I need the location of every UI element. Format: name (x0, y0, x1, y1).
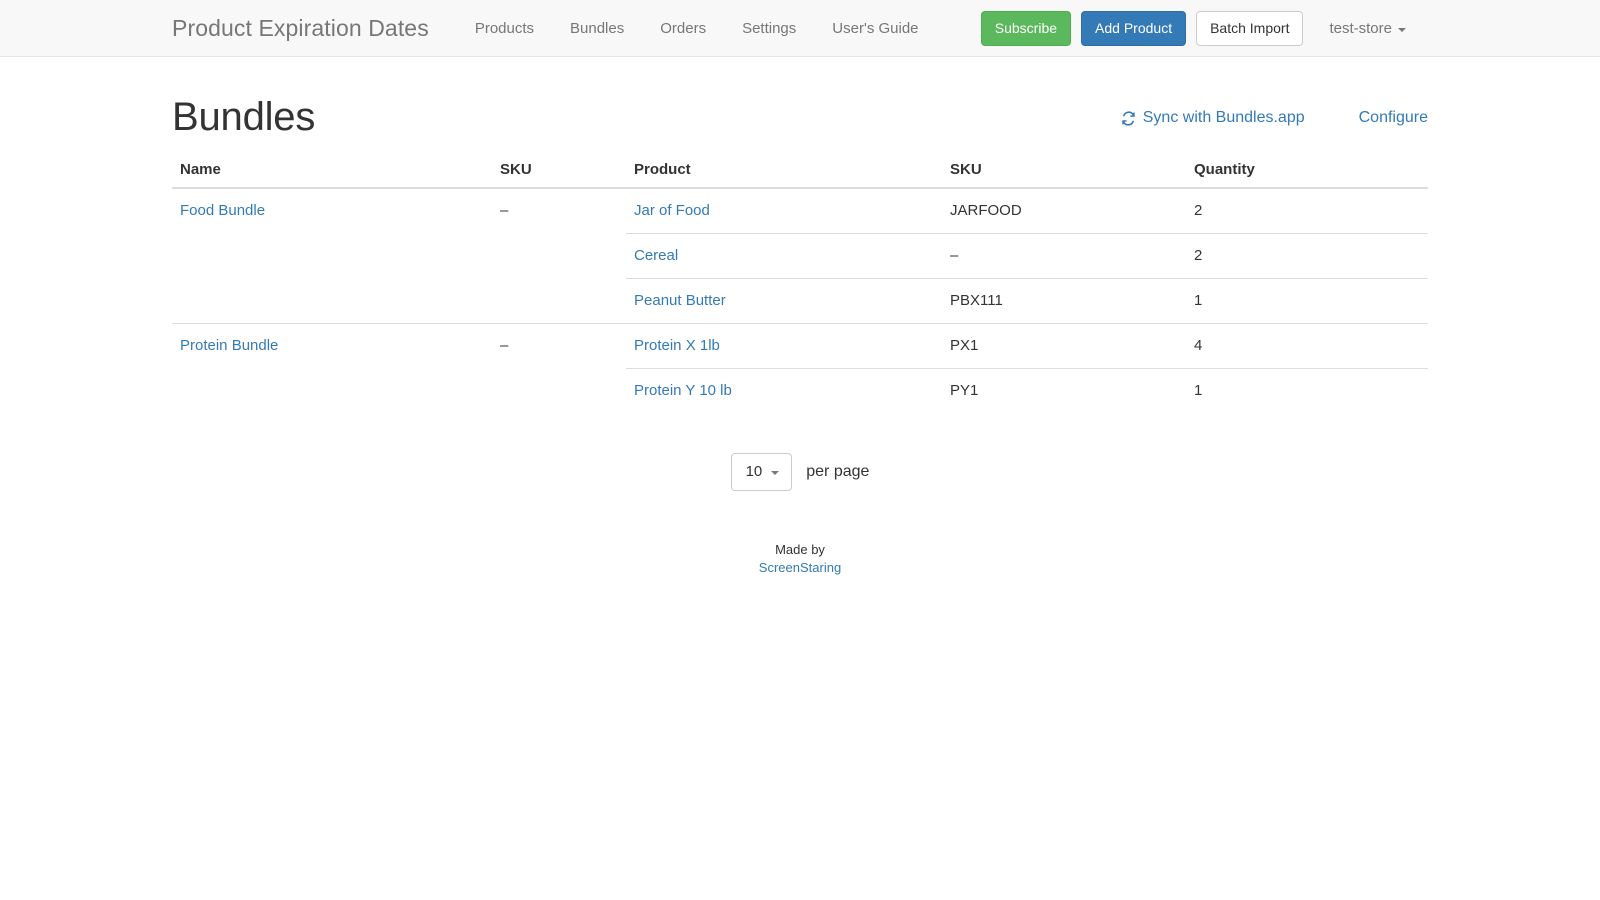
chevron-down-icon (1398, 28, 1406, 32)
main-nav: Products Bundles Orders Settings User's … (457, 21, 937, 36)
product-name-link[interactable]: Protein X 1lb (634, 337, 720, 354)
cell-product-name: Cereal (626, 233, 942, 279)
cell-product-name: Peanut Butter (626, 278, 942, 324)
nav-item-products[interactable]: Products (457, 21, 552, 36)
sync-with-bundles-app-link[interactable]: Sync with Bundles.app (1121, 109, 1305, 127)
cell-product-name: Protein X 1lb (626, 323, 942, 369)
product-name-link[interactable]: Peanut Butter (634, 292, 726, 309)
cell-product-sku: PY1 (942, 368, 1186, 413)
table-row: Protein Bundle – Protein X 1lb PX1 4 (172, 323, 1428, 369)
cell-quantity: 2 (1186, 233, 1428, 279)
table-row: Food Bundle – Jar of Food JARFOOD 2 (172, 188, 1428, 234)
cell-bundle-name (172, 279, 492, 324)
cell-bundle-sku (492, 279, 626, 324)
col-header-quantity: Quantity (1186, 153, 1428, 189)
cell-product-name: Jar of Food (626, 188, 942, 234)
nav-item-settings[interactable]: Settings (724, 21, 814, 36)
bundle-name-link[interactable]: Food Bundle (180, 202, 265, 219)
cell-product-sku: PBX111 (942, 278, 1186, 324)
cell-bundle-sku: – (492, 188, 626, 234)
cell-quantity: 4 (1186, 323, 1428, 369)
table-row: Cereal –2 (172, 233, 1428, 279)
cell-product-sku: JARFOOD (950, 202, 1022, 219)
nav-item-bundles[interactable]: Bundles (552, 21, 642, 36)
page-footer: Made by ScreenStaring (172, 541, 1428, 576)
add-product-button[interactable]: Add Product (1081, 11, 1187, 46)
cell-bundle-sku (492, 234, 626, 279)
per-page-value: 10 (745, 463, 763, 480)
page-header: Bundles Sync with Bundles.app Configure (172, 57, 1428, 153)
bundle-name-link[interactable]: Protein Bundle (180, 337, 278, 354)
per-page-label: per page (806, 463, 870, 480)
col-header-name: Name (172, 153, 492, 189)
cell-product-sku: PX1 (942, 323, 1186, 369)
chevron-down-icon (771, 471, 780, 475)
page-title: Bundles (172, 95, 316, 139)
table-header-row: Name SKU Product SKU Quantity (172, 153, 1428, 189)
store-name-label: test-store (1329, 20, 1392, 37)
nav-item-orders[interactable]: Orders (642, 21, 724, 36)
col-header-product-sku: SKU (942, 153, 1186, 189)
table-row: Protein Y 10 lb PY1 1 (172, 368, 1428, 414)
pagination-bar: 10 per page (172, 453, 1428, 491)
nav-item-users-guide[interactable]: User's Guide (814, 21, 936, 36)
sync-refresh-icon (1121, 110, 1136, 126)
footer-author-link[interactable]: ScreenStaring (759, 560, 841, 575)
page-header-actions: Sync with Bundles.app Configure (1121, 109, 1428, 139)
bundles-table: Name SKU Product SKU Quantity Food Bundl… (172, 153, 1428, 413)
product-name-link[interactable]: Protein Y 10 lb (634, 382, 732, 399)
cell-quantity: 1 (1186, 278, 1428, 324)
cell-quantity: 1 (1186, 368, 1428, 413)
batch-import-button[interactable]: Batch Import (1196, 11, 1304, 46)
cell-bundle-sku: – (492, 323, 626, 369)
bundles-table-body: Food Bundle – Jar of Food JARFOOD 2 Cereal –2 P… (172, 188, 1428, 413)
cell-product-name: Protein Y 10 lb (626, 368, 942, 413)
cell-product-sku: – (942, 233, 1186, 279)
col-header-bundle-sku: SKU (492, 153, 626, 189)
configure-link[interactable]: Configure (1359, 109, 1428, 127)
cell-bundle-name (172, 234, 492, 279)
top-navbar: Product Expiration Dates Products Bundle… (0, 0, 1600, 57)
bundles-table-head: Name SKU Product SKU Quantity (172, 153, 1428, 189)
footer-made-by-text: Made by (775, 542, 825, 557)
cell-bundle-name: Protein Bundle (172, 323, 492, 369)
bundle-sku-value: – (500, 202, 509, 219)
subscribe-button[interactable]: Subscribe (980, 11, 1072, 46)
cell-bundle-name: Food Bundle (172, 188, 492, 234)
cell-bundle-sku (492, 369, 626, 414)
store-dropdown[interactable]: test-store (1313, 20, 1412, 37)
navbar-actions: Subscribe Add Product Batch Import test-… (980, 0, 1412, 57)
col-header-product: Product (626, 153, 942, 189)
table-row: Peanut Butter PBX111 1 (172, 278, 1428, 324)
page-container: Bundles Sync with Bundles.app Configure … (0, 57, 1600, 576)
product-name-link[interactable]: Cereal (634, 247, 678, 264)
app-brand-link[interactable]: Product Expiration Dates (172, 16, 439, 40)
sync-link-label: Sync with Bundles.app (1142, 109, 1305, 126)
per-page-select[interactable]: 10 (730, 453, 793, 491)
cell-bundle-name (172, 369, 492, 414)
bundle-sku-value: – (500, 337, 509, 354)
cell-quantity: 2 (1194, 202, 1203, 219)
product-name-link[interactable]: Jar of Food (634, 202, 710, 219)
